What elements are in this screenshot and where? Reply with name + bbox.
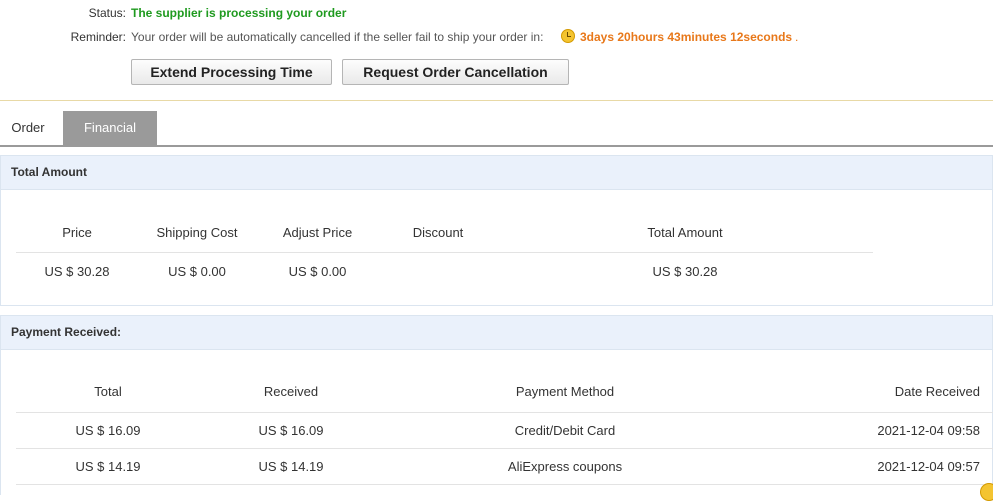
payment-received-table: Total Received Payment Method Date Recei… (16, 371, 993, 485)
countdown-suffix: . (795, 30, 799, 44)
reminder-text: Your order will be automatically cancell… (131, 30, 544, 44)
payment-received-cell: US $ 14.19 (200, 448, 382, 485)
adjust-price-value: US $ 0.00 (288, 264, 347, 279)
table-header-row: Total Received Payment Method Date Recei… (16, 371, 993, 413)
payment-total-cell: US $ 14.19 (16, 448, 200, 485)
column-header-discount: Discount (379, 212, 497, 253)
discount-value (379, 253, 497, 291)
table-row: US $ 30.28 US $ 0.00 US $ 0.00 US $ 30.2… (16, 253, 873, 291)
tab-financial[interactable]: Financial (63, 111, 157, 145)
column-header-adjust-price: Adjust Price (256, 212, 379, 253)
order-tabs: Order Financial (0, 111, 993, 147)
countdown-timer: 3days 20hours 43minutes 12seconds (580, 30, 793, 44)
status-row: Status: The supplier is processing your … (0, 6, 993, 20)
payment-received-cell: US $ 16.09 (200, 412, 382, 449)
request-order-cancellation-button[interactable]: Request Order Cancellation (342, 59, 569, 85)
reminder-row: Reminder: Your order will be automatical… (0, 29, 993, 44)
column-header-payment-method: Payment Method (382, 371, 748, 413)
status-value: The supplier is processing your order (131, 6, 347, 20)
clock-icon (561, 29, 575, 43)
column-header-shipping-cost: Shipping Cost (138, 212, 256, 253)
table-header-row: Price Shipping Cost Adjust Price Discoun… (16, 212, 873, 253)
price-value: US $ 30.28 (44, 264, 110, 279)
column-header-date-received: Date Received (748, 371, 993, 413)
column-header-total-amount: Total Amount (497, 212, 873, 253)
total-amount-header: Total Amount (1, 156, 992, 190)
floating-helper-icon[interactable] (980, 483, 993, 501)
table-row: US $ 16.09 US $ 16.09 Credit/Debit Card … (16, 412, 993, 449)
status-label: Status: (88, 6, 126, 20)
extend-processing-time-button[interactable]: Extend Processing Time (131, 59, 332, 85)
total-amount-table: Price Shipping Cost Adjust Price Discoun… (16, 212, 873, 290)
column-header-received: Received (200, 371, 382, 413)
reminder-label: Reminder: (70, 30, 126, 44)
total-amount-panel: Total Amount Price Shipping Cost Adjust … (0, 155, 993, 306)
shipping-cost-value: US $ 0.00 (168, 264, 226, 279)
column-header-price: Price (16, 212, 138, 253)
payment-received-panel: Payment Received: Total Received Payment… (0, 315, 993, 501)
date-received-cell: 2021-12-04 09:57 (748, 448, 993, 485)
payment-total-cell: US $ 16.09 (16, 412, 200, 449)
column-header-total: Total (16, 371, 200, 413)
order-status-area: Status: The supplier is processing your … (0, 0, 993, 101)
tab-order[interactable]: Order (0, 111, 56, 145)
payment-method-cell: Credit/Debit Card (382, 412, 748, 449)
payment-received-header: Payment Received: (1, 316, 992, 350)
payment-method-cell: AliExpress coupons (382, 448, 748, 485)
total-amount-value: US $ 30.28 (652, 264, 718, 279)
table-row: US $ 14.19 US $ 14.19 AliExpress coupons… (16, 448, 993, 485)
date-received-cell: 2021-12-04 09:58 (748, 412, 993, 449)
